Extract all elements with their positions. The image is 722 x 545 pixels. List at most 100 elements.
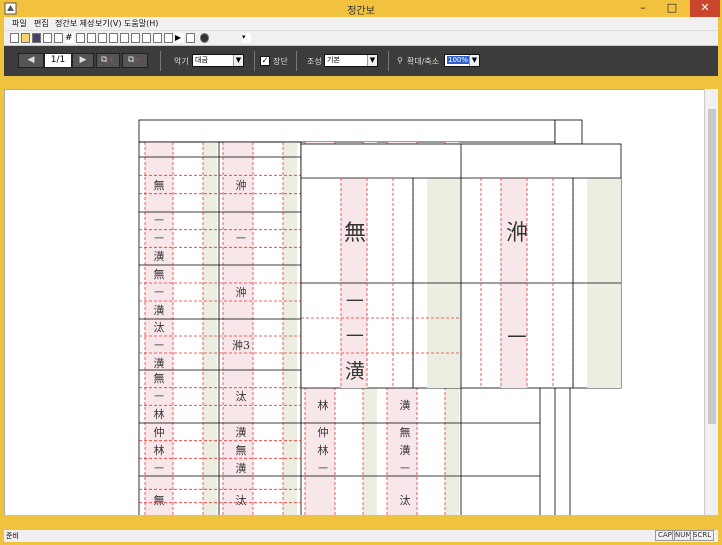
instrument-select[interactable]: 대금 ▼ [192, 54, 244, 67]
paste-icon[interactable] [98, 33, 107, 43]
menu-score[interactable]: 정간보 제성 [55, 18, 94, 29]
new-file-icon[interactable] [10, 33, 19, 43]
note-text: 無 [236, 443, 247, 457]
column-tint [223, 142, 253, 515]
vertical-scrollbar[interactable] [704, 89, 718, 515]
note-text: ㅡ [154, 232, 164, 245]
note-text: 無 [344, 221, 366, 246]
play-icon[interactable]: ▶ [175, 33, 184, 43]
note-text: 㳞 [506, 221, 528, 246]
print-icon[interactable] [43, 33, 52, 43]
menu-edit[interactable]: 편집 [34, 18, 49, 29]
note-text: 潢 [236, 426, 247, 439]
note-text: ㅡ [154, 214, 164, 227]
print-preview-icon[interactable] [54, 33, 63, 43]
note-text: 無 [154, 371, 165, 385]
redo-icon[interactable] [120, 33, 129, 43]
note-text: 林 [154, 407, 165, 421]
insert-column-icon[interactable] [153, 33, 162, 43]
status-bar: 준비 CAP NUM SCRL [4, 530, 718, 542]
note-text: 汰 [400, 493, 411, 507]
note-text: 林 [318, 398, 329, 412]
scale-label: 조성 [307, 57, 322, 66]
note-text: 㳞 [236, 285, 247, 299]
toolbar-overflow-icon[interactable]: ▾ [242, 33, 251, 43]
note-text: 㳞3 [232, 338, 250, 352]
menu-help[interactable]: 도움말(H) [124, 18, 158, 29]
standard-toolbar: # ▶ ▾ [4, 31, 718, 46]
score-toolbar: ◀ 1/1 ▶ ⧉+ ⧉− 악기 대금 ▼ ✓ 장단 조성 기본 ▼ ⚲ 확대/축소… [4, 46, 718, 76]
grid-icon[interactable]: # [65, 33, 74, 43]
delete-column-icon[interactable] [164, 33, 173, 43]
zoom-label: 확대/축소 [407, 57, 440, 66]
copy-icon[interactable] [87, 33, 96, 43]
note-text: 潢 [154, 357, 165, 370]
add-page-button[interactable]: ⧉+ [96, 53, 120, 68]
remove-page-button[interactable]: ⧉− [122, 53, 148, 68]
note-text: ㅡ [346, 324, 364, 348]
zoom-icon: ⚲ [397, 56, 403, 65]
maximize-button[interactable]: □ [659, 0, 685, 17]
window-title: 정간보 [347, 6, 375, 17]
minimize-button[interactable]: – [630, 0, 656, 17]
note-text: ㅡ [154, 339, 164, 352]
jangdan-checkbox[interactable]: ✓ [260, 56, 270, 66]
scrollbar-thumb[interactable] [708, 109, 716, 424]
note-text: 無 [400, 425, 411, 439]
note-text: 無 [154, 267, 165, 281]
note-text: ㅡ [346, 289, 364, 313]
note-text: ㅡ [154, 390, 164, 403]
note-text: 仲 [318, 425, 329, 439]
close-button[interactable]: ✕ [690, 0, 720, 17]
note-text: ㅡ [318, 462, 328, 475]
undo-icon[interactable] [109, 33, 118, 43]
note-text: 林 [318, 443, 329, 457]
page-indicator: 1/1 [44, 53, 72, 68]
note-text: 潢 [236, 462, 247, 475]
note-text: 潢 [400, 444, 411, 457]
note-text: 無 [154, 178, 165, 192]
note-text: 潢 [154, 250, 165, 263]
column-tint [203, 142, 217, 515]
note-text: ㅡ [236, 232, 246, 245]
menu-view[interactable]: 보기(V) [95, 18, 121, 29]
zoom-select[interactable]: 100% ▼ [444, 54, 480, 67]
note-text: 潢 [345, 359, 365, 383]
menu-file[interactable]: 파일 [12, 18, 27, 29]
header-side-box [554, 119, 583, 145]
app-window: 정간보 – □ ✕ 파일 편집 정간보 제성 보기(V) 도움말(H) # ▶ … [0, 0, 722, 545]
save-icon[interactable] [32, 33, 41, 43]
help-icon[interactable] [200, 33, 209, 43]
status-text: 준비 [6, 532, 19, 540]
cut-icon[interactable] [76, 33, 85, 43]
jeonggan-score: 無ㅡㅡ潢無ㅡ潢汰ㅡ潢無ㅡ林仲林ㅡ無㳞ㅡ㳞㳞3汰潢無潢汰ㅡ林仲林ㅡㅡ潢無潢ㅡ汰無ㅡ… [138, 119, 622, 515]
score-document[interactable]: 無ㅡㅡ潢無ㅡ潢汰ㅡ潢無ㅡ林仲林ㅡ無㳞ㅡ㳞㳞3汰潢無潢汰ㅡ林仲林ㅡㅡ潢無潢ㅡ汰無ㅡ… [4, 89, 704, 515]
scrl-indicator: SCRL [690, 530, 715, 541]
instrument-label: 악기 [174, 57, 189, 66]
jangdan-label: 장단 [273, 57, 288, 66]
note-text: 林 [154, 443, 165, 457]
note-text: 㳞 [236, 178, 247, 192]
note-text: 潢 [400, 399, 411, 412]
note-text: 仲 [154, 425, 165, 439]
header-box [138, 119, 556, 143]
insert-row-icon[interactable] [131, 33, 140, 43]
note-text: ㅡ [507, 326, 527, 351]
next-page-button[interactable]: ▶ [72, 53, 94, 68]
note-text: ㅡ [154, 462, 164, 475]
prev-page-button[interactable]: ◀ [18, 53, 44, 68]
delete-row-icon[interactable] [142, 33, 151, 43]
title-bar: 정간보 – □ ✕ [0, 0, 722, 17]
note-text: 汰 [154, 320, 165, 334]
note-text: 汰 [236, 493, 247, 507]
scale-select[interactable]: 기본 ▼ [324, 54, 378, 67]
note-text: 汰 [236, 389, 247, 403]
note-text: 無 [154, 493, 165, 507]
menu-bar: 파일 편집 정간보 제성 보기(V) 도움말(H) [4, 17, 718, 31]
column-tint [283, 142, 297, 515]
note-text: ㅡ [154, 286, 164, 299]
note-text: 潢 [154, 304, 165, 317]
note-text: ㅡ [400, 462, 410, 475]
open-folder-icon[interactable] [21, 33, 30, 43]
stop-icon[interactable] [186, 33, 195, 43]
